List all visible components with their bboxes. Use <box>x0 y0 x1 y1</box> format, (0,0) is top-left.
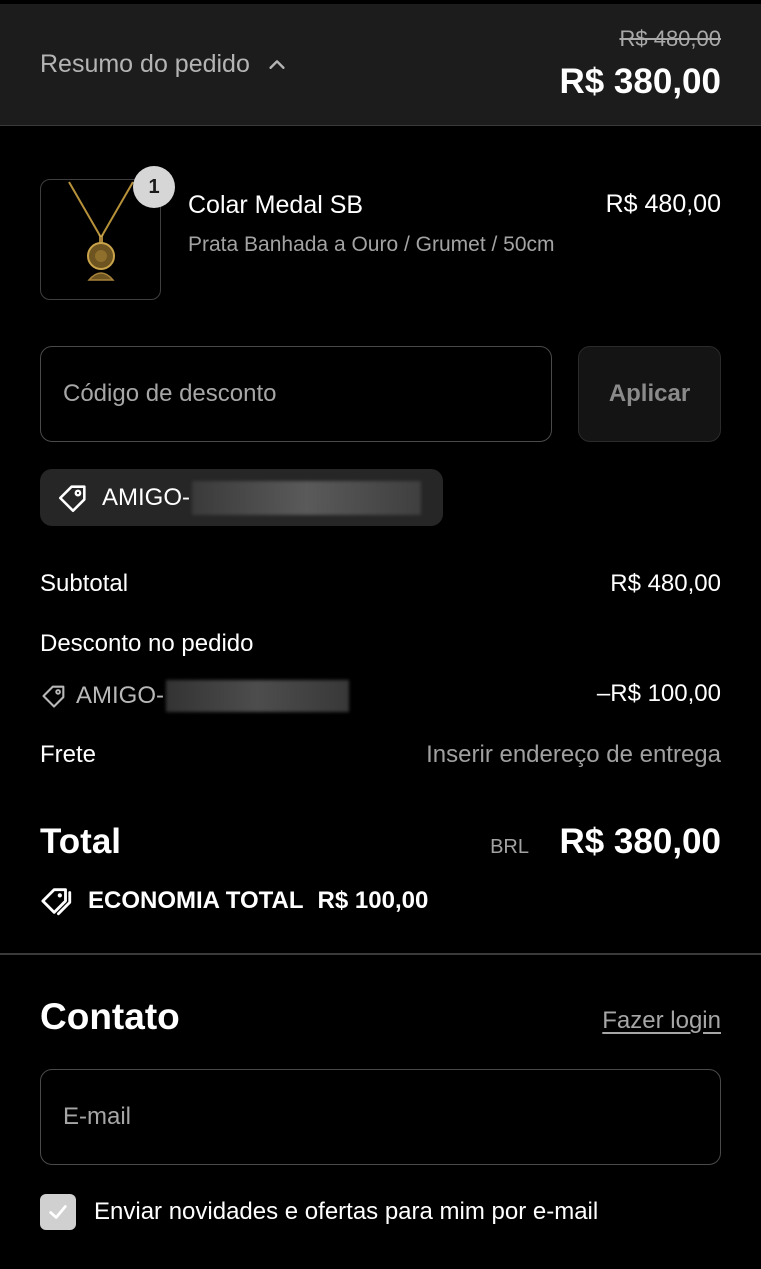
order-summary-label: Resumo do pedido <box>40 50 250 78</box>
currency-code: BRL <box>490 836 529 858</box>
discount-code-prefix: AMIGO- <box>76 682 164 709</box>
order-discount-value: –R$ 100,00 <box>596 680 721 707</box>
email-field[interactable]: E-mail <box>40 1069 721 1165</box>
subtotal-value: R$ 480,00 <box>610 570 721 597</box>
tag-icon <box>58 484 86 512</box>
original-price: R$ 480,00 <box>619 26 721 51</box>
total-label: Total <box>40 822 122 861</box>
coupon-code-prefix: AMIGO- <box>102 483 190 511</box>
product-variant: Prata Banhada a Ouro / Grumet / 50cm <box>188 233 555 256</box>
total-savings: ECONOMIA TOTAL R$ 100,00 <box>40 884 428 918</box>
subtotal-label: Subtotal <box>40 570 129 597</box>
shipping-value: Inserir endereço de entrega <box>426 741 721 768</box>
applied-coupon-chip[interactable]: AMIGO- <box>40 469 443 526</box>
product-price: R$ 480,00 <box>605 190 721 218</box>
apply-discount-button[interactable]: Aplicar <box>578 346 721 442</box>
newsletter-label: Enviar novidades e ofertas para mim por … <box>94 1198 599 1225</box>
savings-value: R$ 100,00 <box>317 887 429 914</box>
order-discount-label: Desconto no pedido <box>40 630 254 657</box>
total-value: R$ 380,00 <box>559 822 721 861</box>
newsletter-opt-in[interactable]: Enviar novidades e ofertas para mim por … <box>40 1194 598 1230</box>
chevron-up-icon <box>269 59 285 69</box>
discount-code-input[interactable]: Código de desconto <box>40 346 552 442</box>
quantity-badge: 1 <box>133 166 175 208</box>
shipping-label: Frete <box>40 741 97 768</box>
order-discount-code: AMIGO- <box>40 680 349 712</box>
discount-code-placeholder: Código de desconto <box>63 380 277 407</box>
redacted-discount-code <box>166 680 349 712</box>
redacted-coupon-code <box>192 480 421 515</box>
header-total-price: R$ 380,00 <box>559 62 721 101</box>
product-name: Colar Medal SB <box>188 191 364 219</box>
email-placeholder: E-mail <box>63 1103 132 1130</box>
section-divider <box>0 953 761 955</box>
tags-icon <box>41 888 72 916</box>
checkmark-icon <box>49 1205 67 1219</box>
tag-icon <box>42 685 65 708</box>
savings-label: ECONOMIA TOTAL <box>88 887 304 914</box>
contact-title: Contato <box>40 996 180 1037</box>
login-link[interactable]: Fazer login <box>602 1007 721 1035</box>
newsletter-checkbox[interactable] <box>40 1194 76 1230</box>
order-summary-toggle[interactable]: Resumo do pedido <box>40 50 288 79</box>
order-summary-header: Resumo do pedido R$ 480,00 R$ 380,00 <box>0 0 761 126</box>
